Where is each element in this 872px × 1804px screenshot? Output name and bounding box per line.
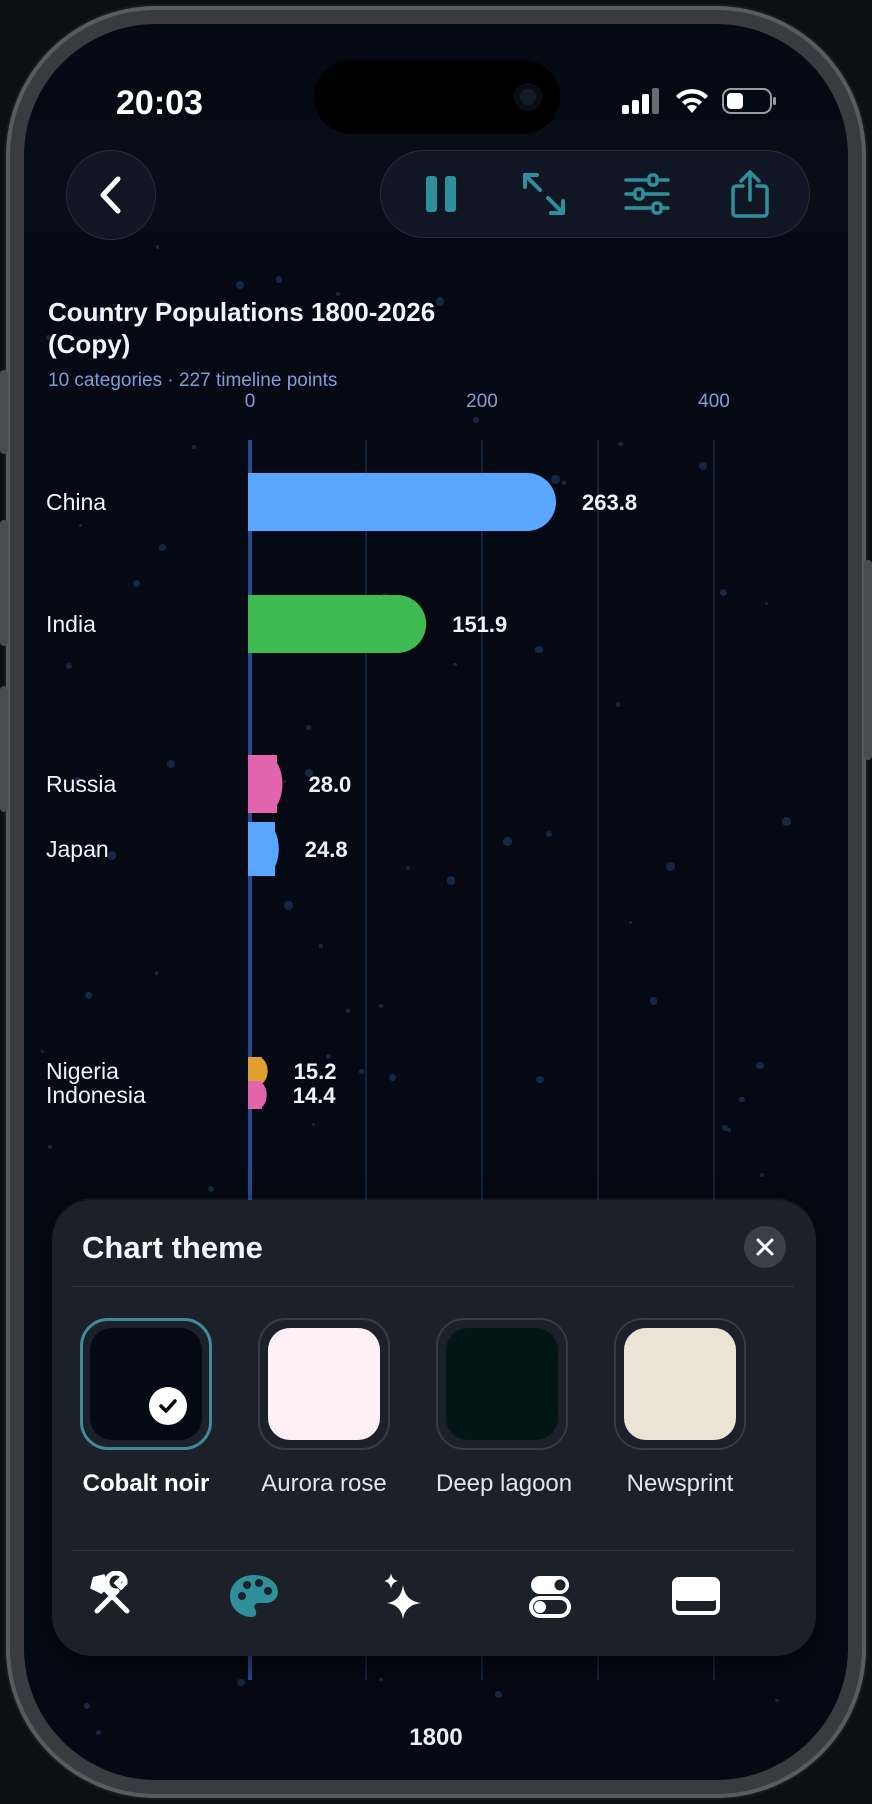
bar-cap <box>248 473 277 531</box>
x-tick-label: 200 <box>466 391 498 412</box>
share-icon <box>730 170 769 218</box>
x-tick-label: 0 <box>245 391 256 412</box>
bar-cap <box>248 595 277 653</box>
theme-label: Aurora rose <box>261 1470 387 1497</box>
bar-cap <box>248 755 277 813</box>
theme-option-aurora-rose[interactable]: Aurora rose <box>258 1318 398 1498</box>
camera <box>514 83 542 111</box>
sparkles-icon <box>384 1573 421 1619</box>
chevron-left-icon <box>100 176 121 214</box>
theme-option-cobalt-noir[interactable]: Cobalt noir <box>80 1318 220 1498</box>
value-label: 15.2 <box>294 1059 337 1084</box>
category-label: Indonesia <box>46 1082 146 1108</box>
chart-toolbar <box>380 150 810 238</box>
close-button[interactable] <box>744 1226 786 1268</box>
value-label: 14.4 <box>293 1083 337 1108</box>
close-icon <box>756 1238 774 1256</box>
pause-button[interactable] <box>406 159 476 229</box>
category-label: Russia <box>46 771 117 797</box>
back-button[interactable] <box>66 150 156 240</box>
dynamic-island <box>314 60 560 134</box>
theme-swatch <box>624 1328 736 1440</box>
volume-up-button <box>0 520 8 646</box>
action-button <box>0 370 8 454</box>
theme-swatch <box>90 1328 202 1440</box>
value-label: 24.8 <box>305 837 348 862</box>
category-label: China <box>46 489 106 515</box>
value-label: 28.0 <box>308 772 351 797</box>
expand-icon <box>522 173 565 215</box>
palette-icon <box>230 1575 278 1617</box>
bar-cap <box>248 1057 262 1085</box>
tab-layout[interactable] <box>664 1564 728 1628</box>
category-label: India <box>46 611 96 637</box>
volume-down-button <box>0 686 8 812</box>
theme-swatch-frame <box>80 1318 212 1450</box>
settings-tab-bar <box>52 1564 816 1636</box>
toggles-icon <box>529 1576 571 1618</box>
theme-swatch <box>446 1328 558 1440</box>
value-label: 151.9 <box>452 612 507 637</box>
checkmark-icon <box>149 1387 187 1425</box>
status-icons <box>622 86 778 116</box>
timeline-year: 1800 <box>409 1724 463 1751</box>
category-label: Japan <box>46 836 109 862</box>
pause-icon <box>425 176 456 212</box>
wifi-icon <box>676 89 708 113</box>
tab-theme[interactable] <box>222 1564 286 1628</box>
sliders-icon <box>623 173 670 215</box>
layout-icon <box>672 1577 720 1615</box>
x-tick-label: 400 <box>698 391 730 412</box>
status-time: 20:03 <box>116 84 203 122</box>
chart-title: Country Populations 1800-2026 (Copy) <box>48 297 436 359</box>
share-button[interactable] <box>715 159 785 229</box>
theme-swatch-frame <box>436 1318 568 1450</box>
theme-option-newsprint[interactable]: Newsprint <box>614 1318 754 1498</box>
bar-cap <box>248 1081 262 1109</box>
signal-icon <box>622 88 659 114</box>
theme-carousel[interactable]: Cobalt noir Aurora rose Deep lagoon News… <box>80 1318 790 1498</box>
value-label: 263.8 <box>582 490 637 515</box>
chart-subtitle: 10 categories · 227 timeline points <box>48 370 338 391</box>
theme-label: Newsprint <box>626 1470 734 1497</box>
theme-swatch <box>268 1328 380 1440</box>
theme-swatch-frame <box>614 1318 746 1450</box>
tab-toggles[interactable] <box>518 1564 582 1628</box>
sheet-title: Chart theme <box>82 1230 263 1265</box>
theme-label: Cobalt noir <box>82 1470 210 1497</box>
fullscreen-button[interactable] <box>509 159 579 229</box>
app-screen: 0 200 400 China 263.8 India 151.9 Russia 28.0 Jap… <box>24 24 848 1780</box>
bar-china <box>248 473 557 531</box>
tab-effects[interactable] <box>372 1564 436 1628</box>
chart-theme-sheet: Chart theme Cobalt noir Aurora rose Deep… <box>52 1200 816 1656</box>
divider <box>72 1286 794 1287</box>
power-button <box>864 560 872 760</box>
bar-cap <box>248 822 275 876</box>
settings-button[interactable] <box>612 159 682 229</box>
tools-icon <box>90 1571 130 1614</box>
tab-tools[interactable] <box>80 1564 144 1628</box>
theme-label: Deep lagoon <box>436 1470 573 1497</box>
theme-swatch-frame <box>258 1318 390 1450</box>
divider <box>72 1550 794 1551</box>
category-label: Nigeria <box>46 1058 119 1084</box>
theme-option-deep-lagoon[interactable]: Deep lagoon <box>436 1318 576 1498</box>
battery-icon <box>722 88 776 114</box>
